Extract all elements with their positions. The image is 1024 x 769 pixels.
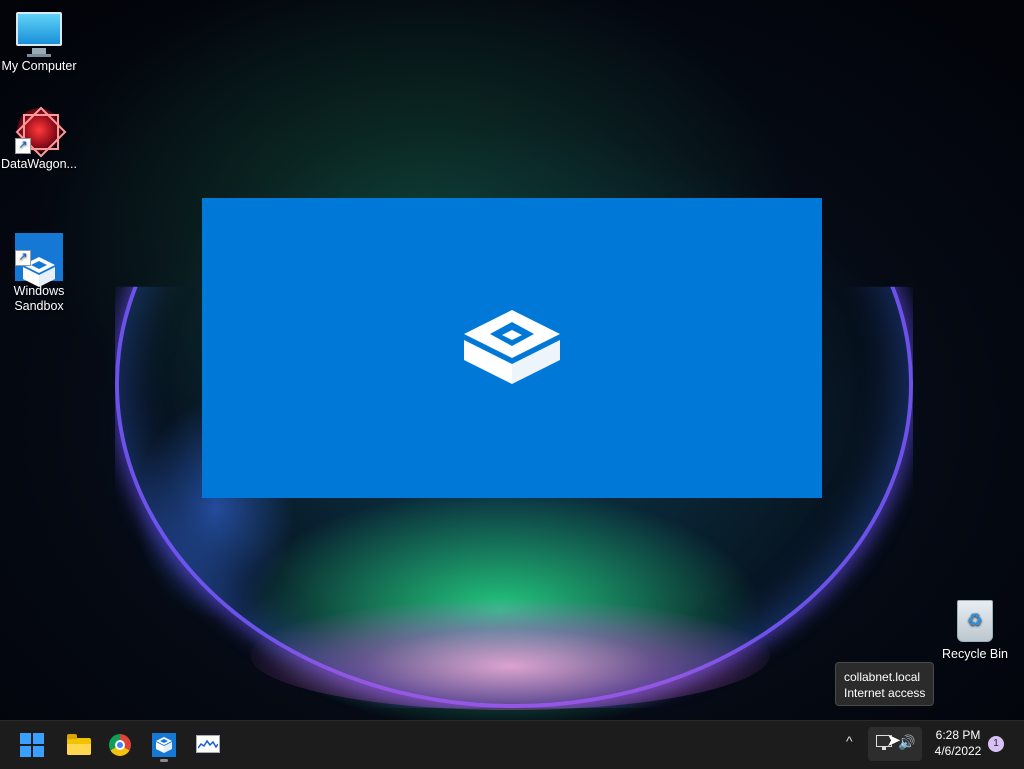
desktop-icon-datawagon[interactable]: ↗ DataWagon... [1, 106, 77, 172]
chrome-icon [108, 733, 132, 757]
wallpaper-glow-bottom [250, 600, 770, 710]
mouse-pointer-icon: ➤ [886, 730, 902, 750]
network-tooltip: collabnet.local Internet access [835, 662, 934, 706]
windows-start-icon [20, 733, 44, 757]
clock-date: 4/6/2022 [934, 744, 982, 758]
monitor-chart-icon [196, 733, 220, 757]
windows-sandbox-icon: ↗ [15, 218, 63, 287]
desktop-icon-my-computer[interactable]: My Computer [1, 8, 77, 74]
desktop-icon-label: My Computer [1, 59, 77, 73]
shortcut-arrow-icon: ↗ [15, 138, 31, 154]
recycle-bin-icon: ♻ [951, 596, 999, 644]
computer-icon [15, 8, 63, 57]
windows-sandbox-icon [152, 733, 176, 757]
desktop-icon-label: Recycle Bin [942, 647, 1008, 661]
desktop-icon-recycle-bin[interactable]: ♻ Recycle Bin [937, 596, 1013, 662]
shortcut-arrow-icon: ↗ [15, 250, 31, 266]
desktop-background: My Computer ↗ DataWagon... ↗ Windows San… [0, 0, 1024, 720]
taskbar-resource-monitor[interactable] [190, 727, 226, 763]
desktop-icon-label: DataWagon... [1, 157, 77, 171]
datawagon-icon: ↗ [15, 106, 63, 154]
taskbar-file-explorer[interactable] [58, 727, 94, 763]
tooltip-network-name: collabnet.local [844, 670, 921, 684]
folder-icon [64, 733, 91, 757]
start-button[interactable] [14, 727, 50, 763]
tooltip-network-status: Internet access [844, 686, 926, 700]
clock-time: 6:28 PM [935, 728, 981, 742]
windows-sandbox-window[interactable] [202, 198, 822, 498]
chevron-up-icon: ^ [846, 733, 853, 749]
active-app-indicator [160, 759, 168, 762]
windows-sandbox-logo-icon [464, 310, 560, 384]
clock[interactable]: 6:28 PM 4/6/2022 [930, 727, 986, 759]
notification-badge[interactable]: 1 [988, 736, 1004, 752]
taskbar-windows-sandbox[interactable] [146, 727, 182, 763]
taskbar-chrome[interactable] [102, 727, 138, 763]
show-hidden-icons-button[interactable]: ^ [846, 733, 853, 749]
desktop-icon-windows-sandbox[interactable]: ↗ Windows Sandbox [1, 203, 77, 329]
